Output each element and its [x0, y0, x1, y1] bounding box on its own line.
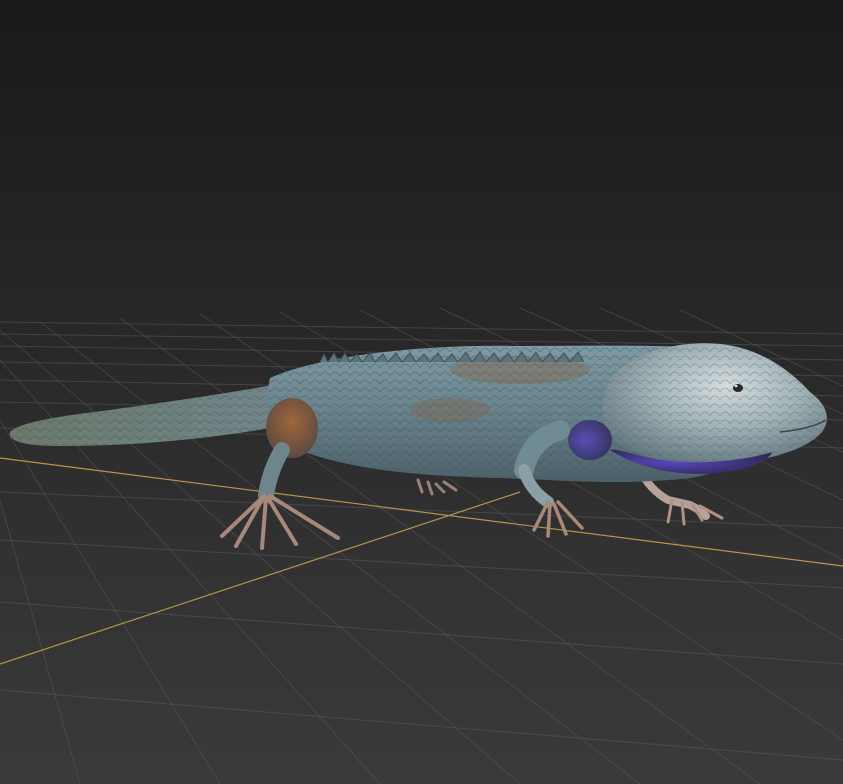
front-foot — [532, 500, 584, 538]
tail-scales — [9, 380, 301, 446]
head-scales — [602, 343, 827, 466]
lizard-eye — [733, 384, 743, 392]
hind-leg — [258, 442, 290, 503]
chest-patch — [568, 420, 612, 460]
x-axis-line — [0, 457, 843, 567]
far-hind-foot — [416, 478, 458, 496]
hind-foot — [220, 494, 340, 550]
grid-line — [0, 539, 843, 589]
viewport-scene[interactable] — [0, 0, 843, 784]
side-rust-patch — [410, 398, 490, 422]
eye-highlight — [734, 384, 738, 388]
y-axis-line — [0, 491, 521, 665]
3d-viewport[interactable] — [0, 0, 843, 784]
grid-line — [0, 491, 843, 529]
grid-line — [0, 321, 843, 335]
grid-line — [0, 689, 843, 761]
grid-line — [0, 601, 843, 665]
